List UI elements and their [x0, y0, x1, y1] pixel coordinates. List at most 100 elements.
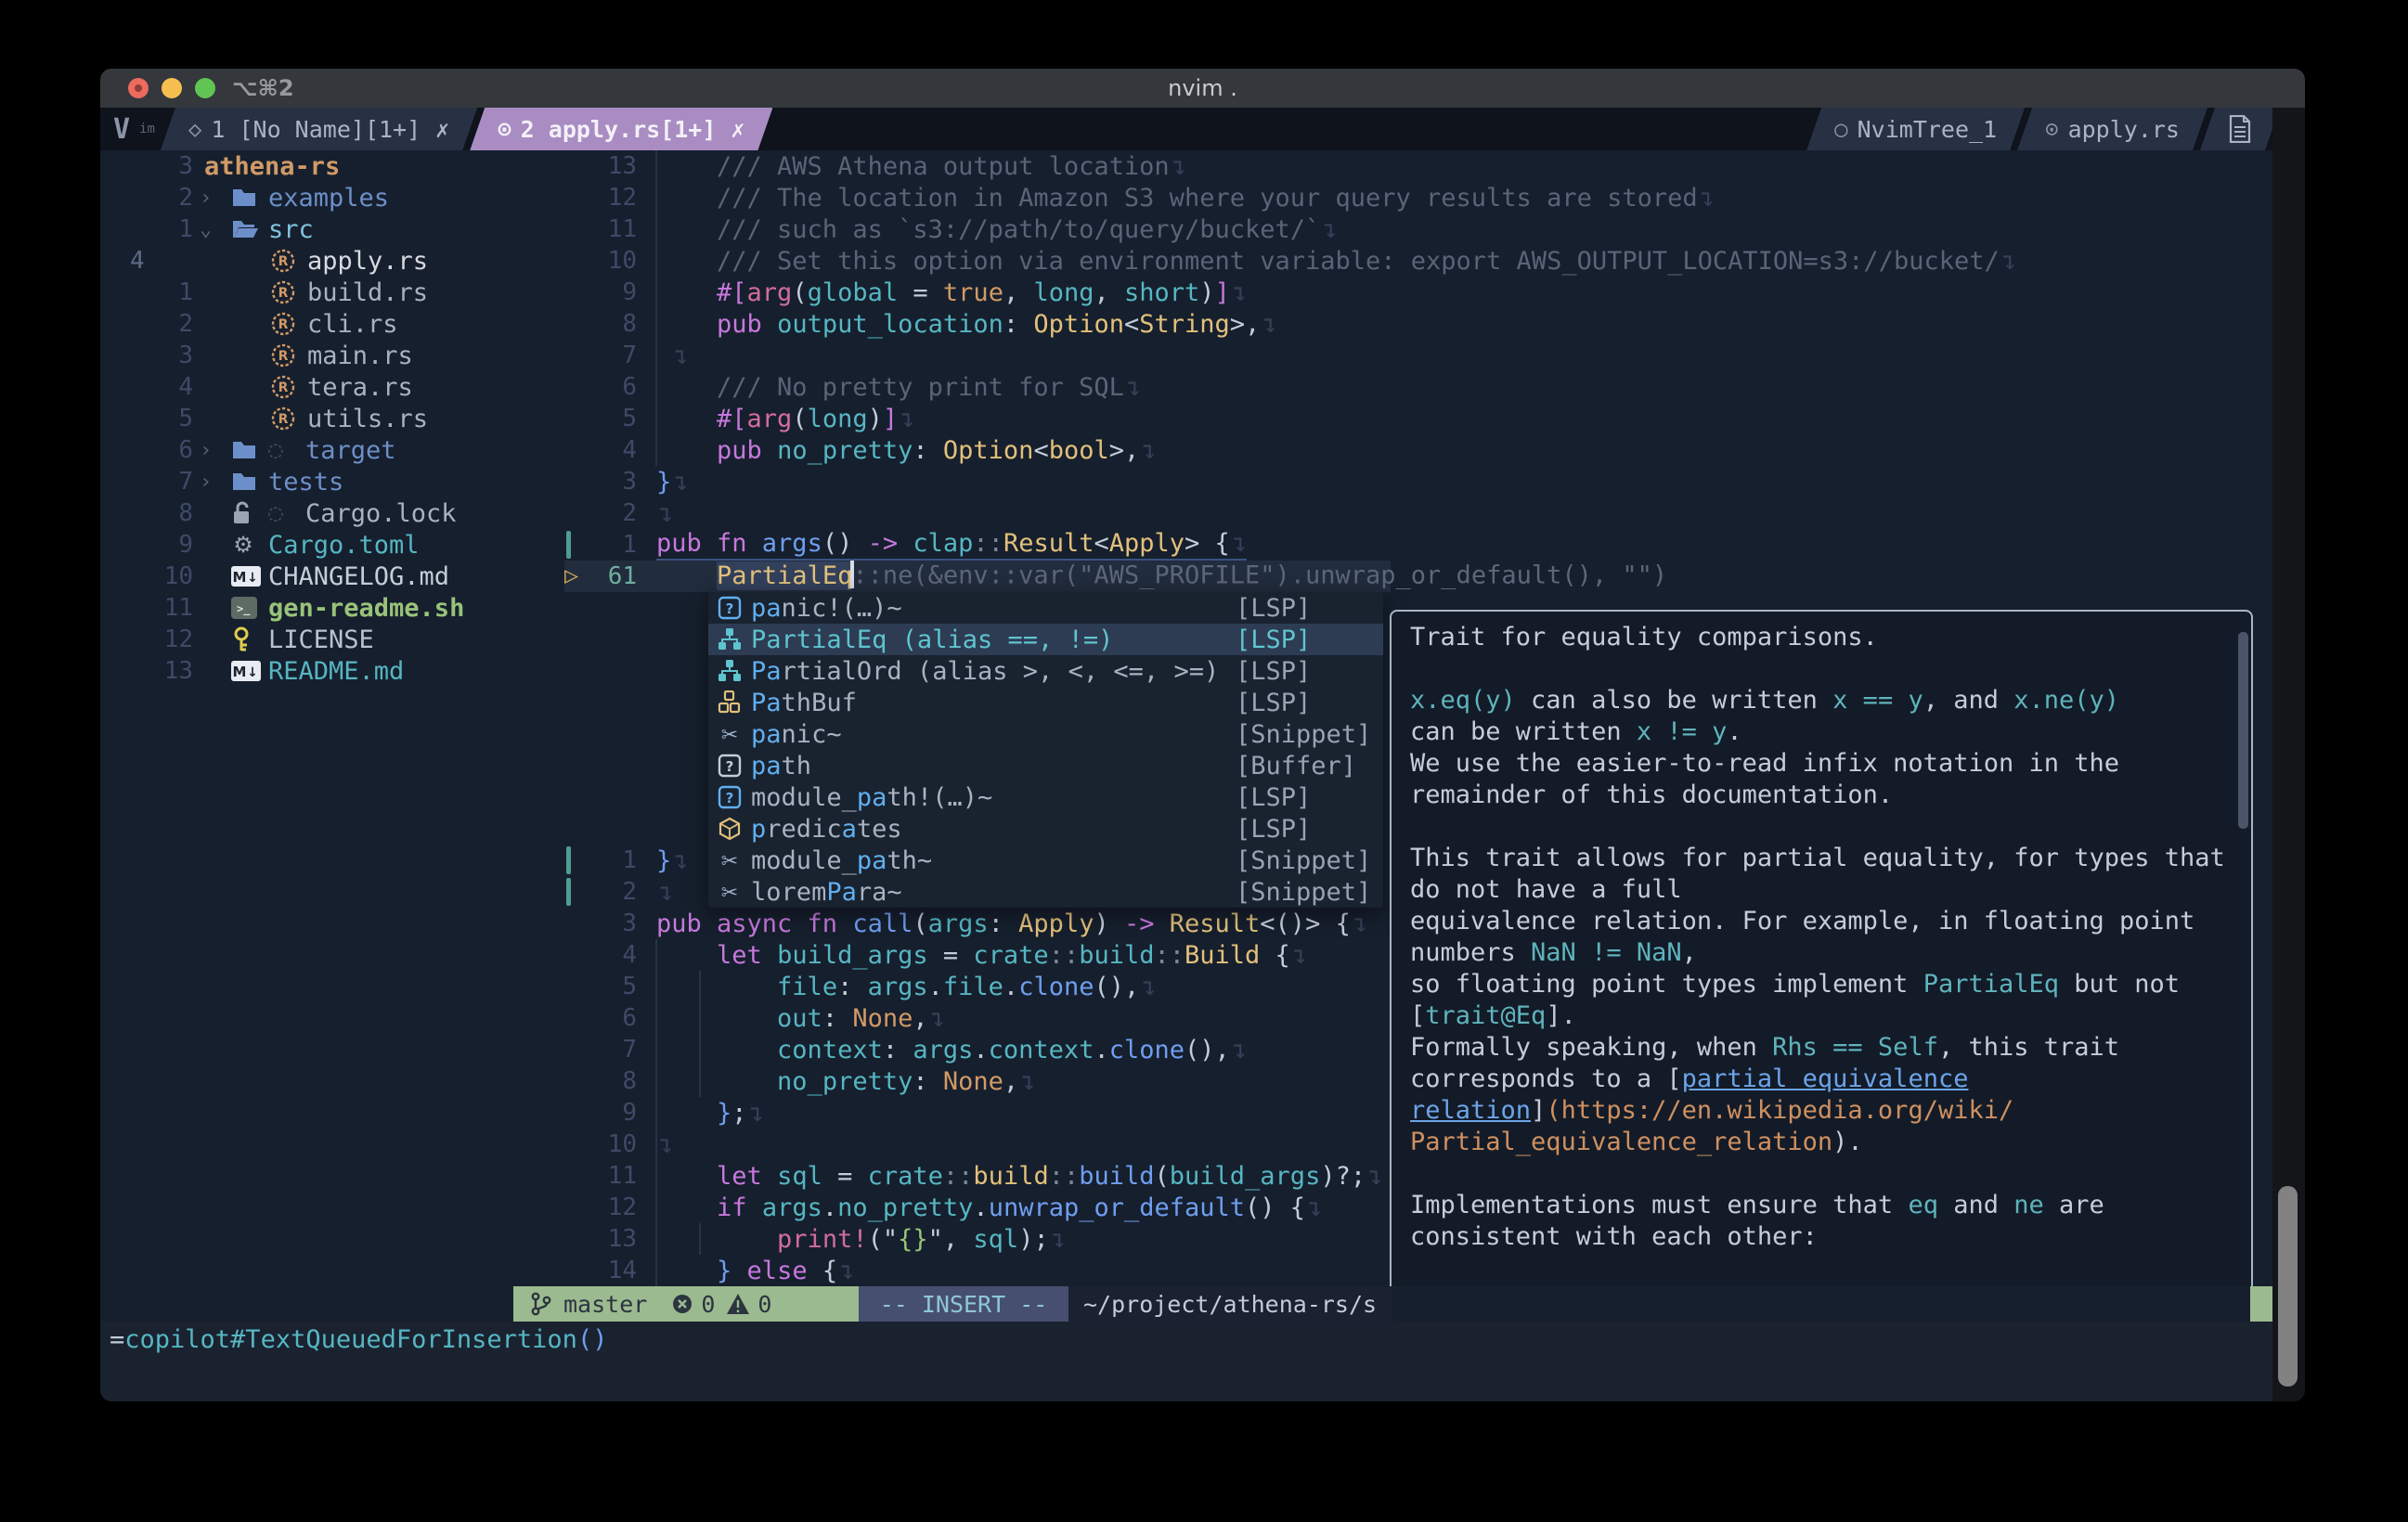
doc-link[interactable]: partial equivalence	[1682, 1064, 1969, 1093]
code-line[interactable]: 13 print!("{}", sql);↴	[564, 1223, 1066, 1255]
window-title: nvim .	[100, 75, 2305, 101]
code-line[interactable]: 11 let sql = crate::build::build(build_a…	[564, 1160, 1382, 1192]
tab-label: apply.rs	[2068, 116, 2180, 143]
completion-item[interactable]: ✂loremPara~[Snippet]	[708, 876, 1383, 908]
code-line[interactable]: 12 /// The location in Amazon S3 where y…	[564, 182, 1715, 213]
code-line[interactable]: 5 #[arg(long)]↴	[564, 403, 914, 434]
code-line[interactable]: 14 } else {↴	[564, 1255, 854, 1286]
git-change-sign	[566, 531, 571, 559]
eol-marker: ↴	[658, 1130, 673, 1159]
code-line[interactable]: ▷61 PartialEq::ne(&env::var("AWS_PROFILE…	[564, 561, 1667, 592]
tree-item-LICENSE[interactable]: 12 LICENSE	[107, 624, 513, 655]
tree-item-label: tests	[268, 468, 343, 497]
tree-item-Cargo.toml[interactable]: 9 ⚙Cargo.toml	[107, 529, 513, 561]
code-text: ↴	[656, 878, 673, 907]
completion-source: [LSP]	[1236, 657, 1311, 686]
tree-line-number: 10	[119, 562, 193, 590]
tabline-file-icon-seg[interactable]	[2200, 108, 2280, 150]
tree-line-number: 3	[119, 152, 193, 180]
code-line[interactable]: 4 pub no_pretty: Option<bool>,↴	[564, 434, 1157, 466]
vim-logo-glyph: V	[113, 113, 130, 146]
tab-close-icon[interactable]: ✗	[435, 116, 449, 143]
sign-column	[564, 466, 587, 497]
code-line[interactable]: 9 #[arg(global = true, long, short)]↴	[564, 277, 1247, 308]
tree-item-gen-readme.sh[interactable]: 11 >_gen-readme.sh	[107, 592, 513, 624]
tree-item-main.rs[interactable]: 3 Rmain.rs	[107, 340, 513, 371]
code-line[interactable]: 10 /// Set this option via environment v…	[564, 245, 2016, 277]
cmdline[interactable]: =copilot#TextQueuedForInsertion()	[110, 1322, 607, 1357]
code-line[interactable]: 5 file: args.file.clone(),↴	[564, 971, 1157, 1002]
tree-item-tests[interactable]: 7› tests	[107, 466, 513, 497]
terminal-scrollbar-thumb[interactable]	[2278, 1186, 2298, 1387]
svg-text:↓: ↓	[247, 665, 258, 680]
code-line[interactable]: 3}↴	[564, 466, 689, 497]
code-text: let sql = crate::build::build(build_args…	[656, 1162, 1382, 1191]
completion-label: panic!(…)~	[751, 594, 902, 623]
completion-item[interactable]: ?path[Buffer]	[708, 750, 1383, 781]
code-line[interactable]: 4 let build_args = crate::build::Build {…	[564, 939, 1307, 971]
rust-icon: R	[270, 311, 296, 337]
tab-nvimtree_1[interactable]: ○NvimTree_1	[1806, 108, 2025, 150]
completion-item[interactable]: PartialEq (alias ==, !=)[LSP]	[708, 624, 1383, 655]
code-line[interactable]: 13 /// AWS Athena output location↴	[564, 150, 1186, 182]
code-line[interactable]: 1pub fn args() -> clap::Result<Apply> {↴	[564, 529, 1247, 561]
tab-close-icon[interactable]: ✗	[731, 116, 744, 143]
rust-icon: R	[270, 406, 296, 432]
trait-kind-icon	[718, 659, 751, 683]
path-label: ~/project/athena-rs/s	[1083, 1291, 1377, 1318]
tab-buffer-2[interactable]: ⊙2 apply.rs[1+]✗	[470, 108, 772, 150]
tree-item-utils.rs[interactable]: 5 Rutils.rs	[107, 403, 513, 434]
tree-item-examples[interactable]: 2› examples	[107, 182, 513, 213]
code-line[interactable]: 11 /// such as `s3://path/to/query/bucke…	[564, 213, 1338, 245]
doc-scrollbar[interactable]	[2238, 632, 2248, 829]
code-line[interactable]: 3pub async fn call(args: Apply) -> Resul…	[564, 908, 1367, 939]
code-line[interactable]: 6 out: None,↴	[564, 1002, 945, 1034]
code-line[interactable]: 2↴	[564, 876, 673, 908]
code-line[interactable]: 1}↴	[564, 845, 689, 876]
doc-line: This trait allows for partial equality, …	[1410, 842, 2225, 873]
completion-item[interactable]: predicates[LSP]	[708, 813, 1383, 845]
code-text: ↴	[656, 1130, 673, 1159]
completion-item[interactable]: ?panic!(…)~[LSP]	[708, 592, 1383, 624]
tree-item-apply.rs[interactable]: 4 Rapply.rs	[107, 245, 513, 277]
code-line[interactable]: 8 pub output_location: Option<String>,↴	[564, 308, 1277, 340]
completion-source: [Snippet]	[1236, 846, 1371, 875]
completion-item[interactable]: PathBuf[LSP]	[708, 687, 1383, 718]
snippet-kind-icon: ✂	[718, 722, 751, 746]
code-line[interactable]: 6 /// No pretty print for SQL↴	[564, 371, 1141, 403]
sign-column	[564, 245, 587, 277]
tree-item-CHANGELOG.md[interactable]: 10 M↓CHANGELOG.md	[107, 561, 513, 592]
svg-text:R: R	[278, 380, 289, 395]
code-line[interactable]: 2↴	[564, 497, 673, 529]
completion-item[interactable]: PartialOrd (alias >, <, <=, >=)[LSP]	[708, 655, 1383, 687]
completion-item[interactable]: ?module_path!(…)~[LSP]	[708, 781, 1383, 813]
doc-link[interactable]: relation	[1410, 1096, 1531, 1125]
tree-item-tera.rs[interactable]: 4 Rtera.rs	[107, 371, 513, 403]
completion-item[interactable]: ✂module_path~[Snippet]	[708, 845, 1383, 876]
tree-item-Cargo.lock[interactable]: 8 ◌ Cargo.lock	[107, 497, 513, 529]
tree-item-README.md[interactable]: 13 M↓README.md	[107, 655, 513, 687]
eol-marker: ↴	[658, 499, 673, 528]
code-text: print!("{}", sql);↴	[656, 1225, 1066, 1254]
code-line[interactable]: 8 no_pretty: None,↴	[564, 1065, 1035, 1097]
tree-line-number: 11	[119, 594, 193, 622]
sign-column	[564, 213, 587, 245]
tree-item-athena-rs[interactable]: 3athena-rs	[107, 150, 513, 182]
code-line[interactable]: 7 context: args.context.clone(),↴	[564, 1034, 1247, 1065]
vim-logo-sub: im	[139, 122, 155, 136]
code-line[interactable]: 12 if args.no_pretty.unwrap_or_default()…	[564, 1192, 1322, 1223]
code-line[interactable]: 7 ↴	[564, 340, 689, 371]
tree-item-build.rs[interactable]: 1 Rbuild.rs	[107, 277, 513, 308]
completion-item[interactable]: ✂panic~[Snippet]	[708, 718, 1383, 750]
tree-item-src[interactable]: 1⌄ src	[107, 213, 513, 245]
code-line[interactable]: 9 };↴	[564, 1097, 764, 1129]
markdown-icon: M↓	[231, 566, 261, 587]
eol-marker: ↴	[1020, 1067, 1035, 1096]
tree-item-label: utils.rs	[307, 405, 428, 433]
tree-item-target[interactable]: 6› ◌ target	[107, 434, 513, 466]
tab-apply.rs[interactable]: ⊙apply.rs	[2017, 108, 2207, 150]
tab-buffer-1[interactable]: ◇1 [No Name][1+]✗	[161, 108, 477, 150]
code-line[interactable]: 10↴	[564, 1129, 673, 1160]
tree-item-cli.rs[interactable]: 2 Rcli.rs	[107, 308, 513, 340]
line-number: 1	[587, 846, 637, 874]
